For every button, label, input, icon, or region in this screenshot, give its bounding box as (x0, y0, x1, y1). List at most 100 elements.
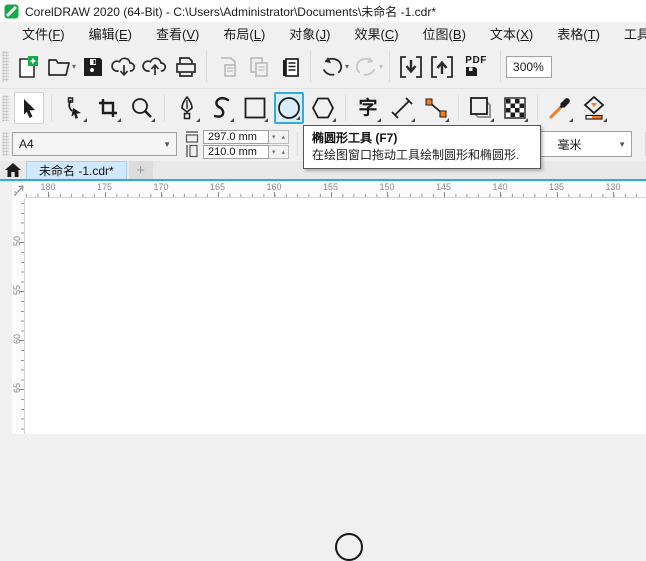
toolbar-separator (206, 51, 208, 82)
horizontal-ruler-major-tick (613, 192, 614, 197)
publish-to-pdf-button[interactable]: PDF (459, 53, 493, 81)
import-button[interactable] (397, 53, 424, 81)
chevron-down-icon: ▼ (618, 139, 626, 149)
page-height-value: 210.0 mm (208, 145, 257, 158)
interactive-fill-tool-button[interactable] (579, 92, 609, 124)
menu-item-l[interactable]: 布局(L) (211, 22, 277, 45)
redo-dropdown-caret[interactable]: ▾ (379, 62, 383, 71)
menu-item-e[interactable]: 编辑(E) (77, 22, 144, 45)
open-button[interactable] (45, 53, 72, 81)
menu-item-b[interactable]: 位图(B) (411, 22, 478, 45)
property-bar-drag-handle[interactable] (2, 132, 9, 156)
horizontal-ruler-label: 150 (379, 182, 395, 192)
measure-tool-button[interactable] (387, 92, 417, 124)
spinner-up-icon[interactable]: ▴ (279, 148, 289, 156)
menu-item-j[interactable]: 对象(J) (277, 22, 342, 45)
document-tab-active[interactable]: 未命名 -1.cdr* (26, 161, 127, 179)
rectangle-tool-button[interactable] (240, 92, 270, 124)
undo-dropdown-caret[interactable]: ▾ (345, 62, 349, 71)
pen-tool-button[interactable] (172, 92, 202, 124)
pick-tool-button[interactable] (14, 92, 44, 124)
new-document-tab-button[interactable]: + (128, 161, 153, 179)
save-to-cloud-button[interactable] (141, 53, 168, 81)
text-tool-button[interactable]: 字 (353, 92, 383, 124)
horizontal-ruler-label: 155 (322, 182, 339, 192)
page-height-spinner[interactable]: ▾ ▴ (269, 144, 290, 159)
horizontal-ruler-major-tick (274, 192, 275, 197)
shape-tool-button[interactable] (59, 92, 89, 124)
polygon-tool-button[interactable] (308, 92, 338, 124)
spinner-down-icon[interactable]: ▾ (269, 133, 279, 141)
cut-icon (220, 56, 236, 77)
horizontal-ruler[interactable]: 180 175 170 165 160 155 150 145 140 135 130 (25, 181, 646, 198)
undo-button[interactable] (318, 53, 345, 81)
spinner-up-icon[interactable]: ▴ (279, 133, 289, 141)
horizontal-ruler-label: 165 (209, 182, 226, 192)
open-dropdown-caret[interactable]: ▾ (72, 62, 76, 71)
copy-icon (249, 56, 268, 77)
horizontal-ruler-major-tick (330, 192, 332, 197)
copy-button[interactable] (245, 53, 272, 81)
open-from-cloud-button[interactable] (110, 53, 137, 81)
transparency-checkerboard-icon (504, 97, 526, 119)
menu-item-t[interactable]: 表格(T) (545, 22, 612, 45)
chevron-down-icon: ▼ (163, 139, 171, 149)
horizontal-ruler-major-tick (161, 192, 162, 197)
toolbox: 字 (0, 89, 646, 127)
menu-item-c[interactable]: 效果(C) (342, 22, 410, 45)
ellipse-tool-button[interactable] (274, 92, 304, 124)
zoom-tool-button[interactable] (127, 92, 157, 124)
horizontal-ruler-major-tick (443, 192, 445, 197)
print-button[interactable] (172, 53, 199, 81)
transparency-tool-button[interactable] (500, 92, 530, 124)
toolbar-drag-handle[interactable] (2, 51, 9, 82)
drawing-canvas[interactable] (25, 198, 646, 561)
new-document-icon (18, 55, 38, 78)
vertical-ruler-label: 65 (12, 383, 22, 394)
page-height-input[interactable]: 210.0 mm (203, 144, 269, 159)
crop-tool-button[interactable] (93, 92, 123, 124)
page-size-combo[interactable]: A4 ▼ (12, 132, 177, 156)
print-icon (175, 56, 196, 77)
export-button[interactable] (428, 53, 455, 81)
horizontal-ruler-label: 130 (605, 182, 621, 192)
cut-button[interactable] (214, 53, 241, 81)
page-width-spinner[interactable]: ▾ ▴ (269, 129, 290, 144)
menu-item-f[interactable]: 文件(F) (10, 22, 77, 45)
ruler-origin-button[interactable] (12, 183, 25, 198)
toolbar-separator (389, 51, 391, 82)
page-width-value: 297.0 mm (208, 130, 257, 143)
page-height-icon (186, 144, 198, 158)
toolbox-separator (51, 94, 52, 122)
freehand-tool-button[interactable] (206, 92, 236, 124)
drop-shadow-icon (470, 97, 491, 118)
toolbar-separator (500, 51, 502, 82)
paste-button[interactable] (276, 53, 303, 81)
page-width-input[interactable]: 297.0 mm (203, 129, 269, 144)
polygon-tool-icon (311, 97, 335, 119)
redo-button[interactable] (352, 53, 379, 81)
connector-tool-button[interactable] (421, 92, 451, 124)
drawn-circle-shape[interactable] (335, 533, 363, 561)
new-document-button[interactable] (14, 53, 41, 81)
menu-item-o[interactable]: 工具(O) (612, 22, 646, 45)
tooltip-title: 椭圆形工具 (F7) (312, 131, 398, 145)
shadow-tool-button[interactable] (466, 92, 496, 124)
menu-item-v[interactable]: 查看(V) (144, 22, 211, 45)
horizontal-ruler-minor-ticks (25, 194, 646, 197)
toolbox-drag-handle[interactable] (2, 94, 9, 122)
menu-item-x[interactable]: 文本(X) (478, 22, 545, 45)
welcome-home-button[interactable] (0, 161, 26, 179)
standard-toolbar: ▾ ▾ ▾ PDF 300% (0, 45, 646, 89)
zoom-level-combo[interactable]: 300% (506, 55, 553, 78)
eyedropper-tool-button[interactable] (545, 92, 575, 124)
connector-tool-icon (425, 98, 447, 118)
pdf-icon: PDF (465, 56, 487, 77)
spinner-down-icon[interactable]: ▾ (269, 148, 279, 156)
save-button[interactable] (79, 53, 106, 81)
vertical-ruler-label: 60 (12, 334, 22, 345)
horizontal-ruler-label: 175 (96, 182, 113, 192)
vertical-ruler[interactable]: 50 55 60 65 (12, 198, 25, 434)
horizontal-ruler-label: 145 (435, 182, 452, 192)
save-icon (83, 57, 102, 76)
